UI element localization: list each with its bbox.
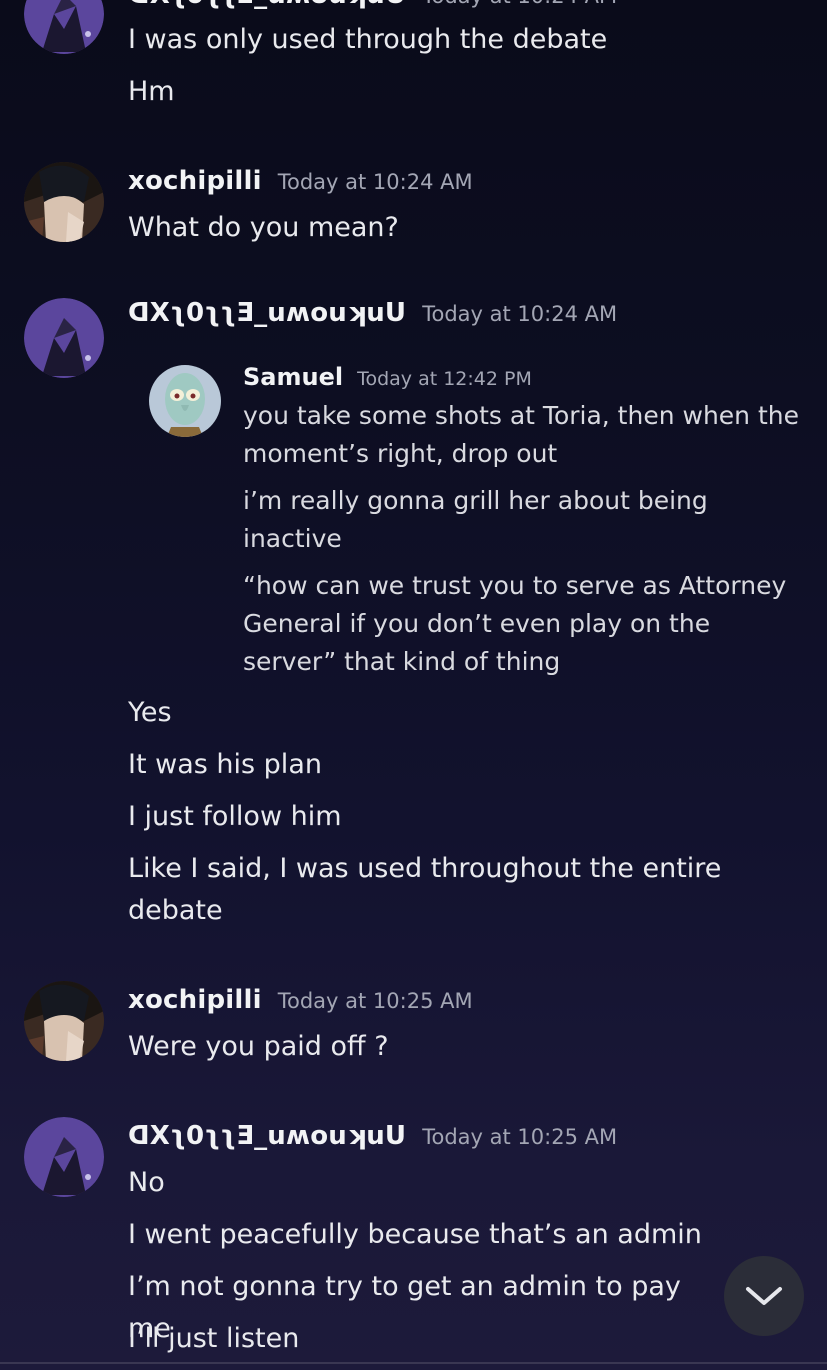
message-text: It was his plan xyxy=(128,749,322,780)
message-text: I just follow him xyxy=(128,801,342,832)
user-avatar[interactable] xyxy=(24,981,104,1061)
message-text: No xyxy=(128,1167,165,1198)
timestamp: Today at 10:24 AM xyxy=(277,170,473,194)
quote-text: i’m really gonna grill her about being i… xyxy=(243,486,708,553)
message-header: ᗡXʅ0ʅʅƎ_uʍouʞuU Today at 10:24 AM xyxy=(128,298,617,328)
divider xyxy=(0,1362,827,1364)
message-header: xochipilli Today at 10:24 AM xyxy=(128,166,473,196)
message-header: ᗡXʅ0ʅʅƎ_uʍouʞuU Today at 10:25 AM xyxy=(128,1121,617,1151)
user-avatar[interactable] xyxy=(24,1117,104,1197)
chevron-down-icon xyxy=(746,1287,782,1305)
message-text: I’ll just listen xyxy=(128,1323,300,1354)
message-text: Hm xyxy=(128,76,175,107)
quote-timestamp: Today at 12:42 PM xyxy=(357,368,532,390)
quote-text: you take some shots at Toria, then when … xyxy=(243,401,799,468)
username[interactable]: ᗡXʅ0ʅʅƎ_uʍouʞuU xyxy=(128,298,406,328)
message-text: What do you mean? xyxy=(128,212,399,243)
username[interactable]: xochipilli xyxy=(128,166,262,196)
quote-text: “how can we trust you to serve as Attorn… xyxy=(243,571,787,676)
quote-header: Samuel Today at 12:42 PM xyxy=(243,363,532,391)
user-avatar[interactable] xyxy=(24,298,104,378)
username[interactable]: xochipilli xyxy=(128,985,262,1015)
username[interactable]: ᗡXʅ0ʅʅƎ_uʍouʞuU xyxy=(128,1121,406,1151)
quote-username[interactable]: Samuel xyxy=(243,363,343,391)
message-text: Were you paid off ? xyxy=(128,1031,389,1062)
message-header: xochipilli Today at 10:25 AM xyxy=(128,985,473,1015)
message-text: Yes xyxy=(128,697,172,728)
message-text: I was only used through the debate xyxy=(128,24,608,55)
timestamp: Today at 10:25 AM xyxy=(277,989,473,1013)
message-text: Like I said, I was used throughout the e… xyxy=(128,853,722,926)
message-header: ᗡXʅ0ʅʅƎ_uʍouʞuU Today at 10:24 AM xyxy=(128,0,617,10)
message-text: I went peacefully because that’s an admi… xyxy=(128,1219,702,1250)
timestamp: Today at 10:24 AM xyxy=(422,302,618,326)
user-avatar[interactable] xyxy=(24,0,104,54)
quote-avatar[interactable] xyxy=(149,365,221,437)
timestamp: Today at 10:24 AM xyxy=(422,0,617,8)
user-avatar[interactable] xyxy=(24,162,104,242)
scroll-to-bottom-button[interactable] xyxy=(724,1256,804,1336)
username[interactable]: ᗡXʅ0ʅʅƎ_uʍouʞuU xyxy=(128,0,406,10)
timestamp: Today at 10:25 AM xyxy=(422,1125,618,1149)
